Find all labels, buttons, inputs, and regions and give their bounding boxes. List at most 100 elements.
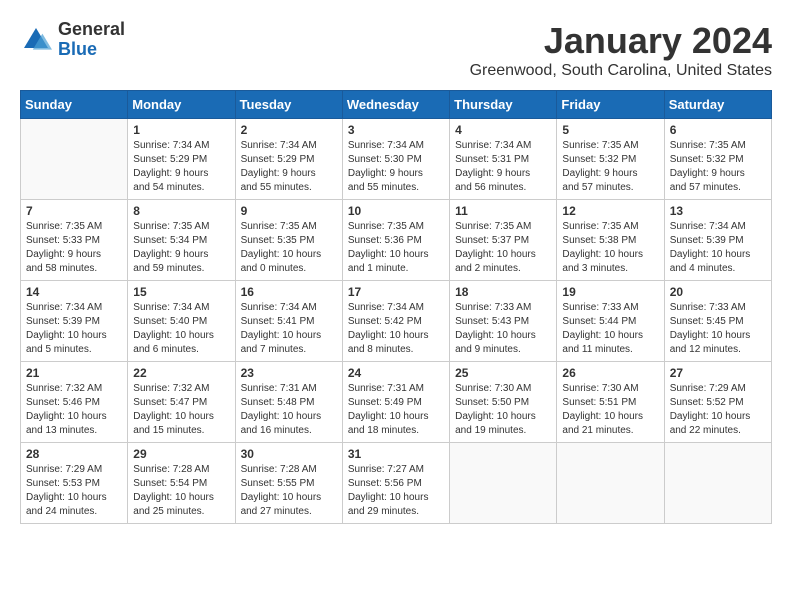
day-number: 3 <box>348 123 444 137</box>
day-info: Sunrise: 7:35 AMSunset: 5:32 PMDaylight:… <box>562 139 658 195</box>
day-info: Sunrise: 7:35 AMSunset: 5:32 PMDaylight:… <box>670 139 766 195</box>
day-number: 8 <box>133 204 229 218</box>
day-number: 20 <box>670 285 766 299</box>
day-info: Sunrise: 7:34 AMSunset: 5:39 PMDaylight:… <box>670 220 766 276</box>
empty-cell <box>557 443 664 524</box>
header-row: SundayMondayTuesdayWednesdayThursdayFrid… <box>21 91 772 119</box>
day-cell-26: 26Sunrise: 7:30 AMSunset: 5:51 PMDayligh… <box>557 362 664 443</box>
day-info: Sunrise: 7:30 AMSunset: 5:50 PMDaylight:… <box>455 382 551 438</box>
day-info: Sunrise: 7:35 AMSunset: 5:38 PMDaylight:… <box>562 220 658 276</box>
header-day-saturday: Saturday <box>664 91 771 119</box>
day-number: 12 <box>562 204 658 218</box>
day-cell-18: 18 Sunrise: 7:33 AMSunset: 5:43 PMDayligh… <box>450 281 557 362</box>
day-info: Sunrise: 7:35 AMSunset: 5:34 PMDaylight:… <box>133 220 229 276</box>
day-info: Sunrise: 7:28 AMSunset: 5:54 PMDaylight:… <box>133 463 229 519</box>
day-info: Sunrise: 7:35 AMSunset: 5:37 PMDaylight:… <box>455 220 551 276</box>
month-title: January 2024 <box>470 20 772 62</box>
day-info: Sunrise: 7:33 AMSunset: 5:43 PMDaylight:… <box>455 301 551 357</box>
week-row-2: 7 Sunrise: 7:35 AMSunset: 5:33 PMDaylight… <box>21 200 772 281</box>
day-number: 18 <box>455 285 551 299</box>
empty-cell <box>664 443 771 524</box>
day-cell-13: 13 Sunrise: 7:34 AMSunset: 5:39 PMDayligh… <box>664 200 771 281</box>
day-cell-24: 24Sunrise: 7:31 AMSunset: 5:49 PMDayligh… <box>342 362 449 443</box>
logo-blue: Blue <box>58 40 125 60</box>
day-info: Sunrise: 7:34 AMSunset: 5:31 PMDaylight:… <box>455 139 551 195</box>
day-number: 9 <box>241 204 337 218</box>
day-cell-6: 6Sunrise: 7:35 AMSunset: 5:32 PMDaylight… <box>664 119 771 200</box>
day-info: Sunrise: 7:31 AMSunset: 5:48 PMDaylight:… <box>241 382 337 438</box>
day-info: Sunrise: 7:34 AMSunset: 5:29 PMDaylight:… <box>241 139 337 195</box>
day-info: Sunrise: 7:34 AMSunset: 5:29 PMDaylight:… <box>133 139 229 195</box>
day-cell-19: 19 Sunrise: 7:33 AMSunset: 5:44 PMDayligh… <box>557 281 664 362</box>
day-cell-8: 8 Sunrise: 7:35 AMSunset: 5:34 PMDaylight… <box>128 200 235 281</box>
calendar-body: 1 Sunrise: 7:34 AMSunset: 5:29 PMDaylight… <box>21 119 772 524</box>
day-number: 26 <box>562 366 658 380</box>
day-cell-3: 3 Sunrise: 7:34 AMSunset: 5:30 PMDaylight… <box>342 119 449 200</box>
day-info: Sunrise: 7:34 AMSunset: 5:40 PMDaylight:… <box>133 301 229 357</box>
day-info: Sunrise: 7:29 AMSunset: 5:52 PMDaylight:… <box>670 382 766 438</box>
week-row-4: 21 Sunrise: 7:32 AMSunset: 5:46 PMDayligh… <box>21 362 772 443</box>
day-number: 15 <box>133 285 229 299</box>
day-cell-27: 27Sunrise: 7:29 AMSunset: 5:52 PMDayligh… <box>664 362 771 443</box>
calendar: SundayMondayTuesdayWednesdayThursdayFrid… <box>20 90 772 524</box>
day-cell-22: 22Sunrise: 7:32 AMSunset: 5:47 PMDayligh… <box>128 362 235 443</box>
day-number: 23 <box>241 366 337 380</box>
day-info: Sunrise: 7:35 AMSunset: 5:33 PMDaylight:… <box>26 220 122 276</box>
day-number: 21 <box>26 366 122 380</box>
day-cell-29: 29 Sunrise: 7:28 AMSunset: 5:54 PMDayligh… <box>128 443 235 524</box>
day-number: 1 <box>133 123 229 137</box>
day-info: Sunrise: 7:34 AMSunset: 5:30 PMDaylight:… <box>348 139 444 195</box>
location: Greenwood, South Carolina, United States <box>470 62 772 80</box>
day-number: 28 <box>26 447 122 461</box>
day-info: Sunrise: 7:29 AMSunset: 5:53 PMDaylight:… <box>26 463 122 519</box>
week-row-1: 1 Sunrise: 7:34 AMSunset: 5:29 PMDaylight… <box>21 119 772 200</box>
day-cell-16: 16 Sunrise: 7:34 AMSunset: 5:41 PMDayligh… <box>235 281 342 362</box>
empty-cell <box>450 443 557 524</box>
header-day-friday: Friday <box>557 91 664 119</box>
day-info: Sunrise: 7:35 AMSunset: 5:35 PMDaylight:… <box>241 220 337 276</box>
header-day-sunday: Sunday <box>21 91 128 119</box>
day-info: Sunrise: 7:28 AMSunset: 5:55 PMDaylight:… <box>241 463 337 519</box>
day-number: 7 <box>26 204 122 218</box>
day-cell-7: 7 Sunrise: 7:35 AMSunset: 5:33 PMDaylight… <box>21 200 128 281</box>
day-cell-5: 5 Sunrise: 7:35 AMSunset: 5:32 PMDaylight… <box>557 119 664 200</box>
header-day-tuesday: Tuesday <box>235 91 342 119</box>
day-cell-31: 31Sunrise: 7:27 AMSunset: 5:56 PMDayligh… <box>342 443 449 524</box>
week-row-5: 28 Sunrise: 7:29 AMSunset: 5:53 PMDayligh… <box>21 443 772 524</box>
day-info: Sunrise: 7:32 AMSunset: 5:46 PMDaylight:… <box>26 382 122 438</box>
empty-cell <box>21 119 128 200</box>
day-cell-14: 14Sunrise: 7:34 AMSunset: 5:39 PMDayligh… <box>21 281 128 362</box>
day-number: 5 <box>562 123 658 137</box>
day-cell-15: 15 Sunrise: 7:34 AMSunset: 5:40 PMDayligh… <box>128 281 235 362</box>
day-cell-28: 28 Sunrise: 7:29 AMSunset: 5:53 PMDayligh… <box>21 443 128 524</box>
day-number: 4 <box>455 123 551 137</box>
day-number: 31 <box>348 447 444 461</box>
day-cell-25: 25Sunrise: 7:30 AMSunset: 5:50 PMDayligh… <box>450 362 557 443</box>
day-cell-11: 11 Sunrise: 7:35 AMSunset: 5:37 PMDayligh… <box>450 200 557 281</box>
day-cell-10: 10 Sunrise: 7:35 AMSunset: 5:36 PMDayligh… <box>342 200 449 281</box>
day-number: 17 <box>348 285 444 299</box>
day-info: Sunrise: 7:33 AMSunset: 5:45 PMDaylight:… <box>670 301 766 357</box>
day-number: 30 <box>241 447 337 461</box>
day-info: Sunrise: 7:33 AMSunset: 5:44 PMDaylight:… <box>562 301 658 357</box>
day-number: 16 <box>241 285 337 299</box>
day-info: Sunrise: 7:34 AMSunset: 5:41 PMDaylight:… <box>241 301 337 357</box>
day-cell-12: 12 Sunrise: 7:35 AMSunset: 5:38 PMDayligh… <box>557 200 664 281</box>
header-day-thursday: Thursday <box>450 91 557 119</box>
day-number: 29 <box>133 447 229 461</box>
day-cell-2: 2Sunrise: 7:34 AMSunset: 5:29 PMDaylight… <box>235 119 342 200</box>
day-info: Sunrise: 7:34 AMSunset: 5:42 PMDaylight:… <box>348 301 444 357</box>
header-day-monday: Monday <box>128 91 235 119</box>
logo-general: General <box>58 20 125 40</box>
day-info: Sunrise: 7:35 AMSunset: 5:36 PMDaylight:… <box>348 220 444 276</box>
day-number: 10 <box>348 204 444 218</box>
day-number: 11 <box>455 204 551 218</box>
day-number: 13 <box>670 204 766 218</box>
day-cell-17: 17 Sunrise: 7:34 AMSunset: 5:42 PMDayligh… <box>342 281 449 362</box>
day-cell-21: 21 Sunrise: 7:32 AMSunset: 5:46 PMDayligh… <box>21 362 128 443</box>
week-row-3: 14Sunrise: 7:34 AMSunset: 5:39 PMDayligh… <box>21 281 772 362</box>
title-block: January 2024 Greenwood, South Carolina, … <box>470 20 772 80</box>
day-info: Sunrise: 7:34 AMSunset: 5:39 PMDaylight:… <box>26 301 122 357</box>
day-number: 24 <box>348 366 444 380</box>
day-number: 19 <box>562 285 658 299</box>
